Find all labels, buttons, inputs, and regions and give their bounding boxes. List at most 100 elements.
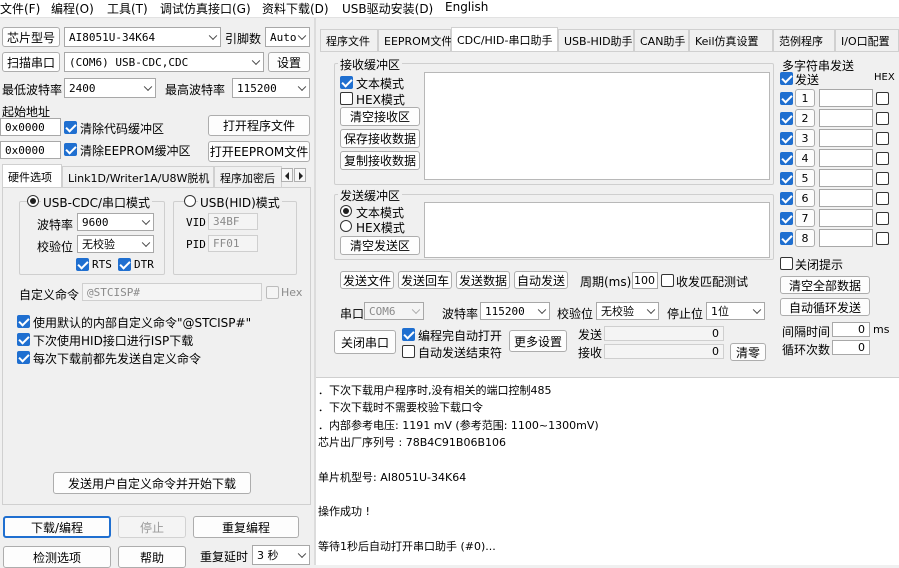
multi-row-send-button[interactable]: 1 [795, 89, 815, 107]
match-test-checkbox[interactable] [661, 274, 674, 287]
scan-port-button[interactable]: 扫描串口 [2, 52, 60, 72]
multi-row-send-checkbox[interactable] [780, 112, 793, 125]
eeprom-address-input[interactable]: 0x0000 [0, 141, 61, 159]
menu-file[interactable]: 文件(F) [0, 0, 40, 16]
multi-row-input[interactable] [819, 109, 873, 127]
tab-scroll-right-icon[interactable] [294, 168, 306, 182]
hex-checkbox[interactable] [266, 286, 279, 299]
clear-receive-button[interactable]: 清空接收区 [340, 107, 420, 126]
send-before-download-checkbox[interactable] [17, 351, 30, 364]
multi-row-send-checkbox[interactable] [780, 232, 793, 245]
clear-zero-button[interactable]: 清零 [730, 343, 766, 361]
serial-port-select[interactable]: COM6 [364, 302, 424, 320]
multi-row-input[interactable] [819, 89, 873, 107]
more-settings-button[interactable]: 更多设置 [509, 330, 567, 352]
cdc-baud-select[interactable]: 9600 [77, 213, 154, 231]
send-textarea[interactable] [424, 202, 770, 258]
multi-row-hex-checkbox[interactable] [876, 92, 889, 105]
menu-program[interactable]: 编程(O) [51, 0, 94, 16]
multi-row-send-button[interactable]: 7 [795, 209, 815, 227]
multi-row-send-checkbox[interactable] [780, 172, 793, 185]
clear-code-buffer-checkbox[interactable] [64, 121, 77, 134]
auto-send-button[interactable]: 自动发送 [514, 271, 568, 289]
multi-row-input[interactable] [819, 129, 873, 147]
open-eeprom-file-button[interactable]: 打开EEPROM文件 [208, 141, 310, 162]
chip-model-button[interactable]: 芯片型号 [2, 27, 60, 47]
cdc-parity-select[interactable]: 无校验 [77, 235, 154, 253]
multi-row-input[interactable] [819, 169, 873, 187]
vid-input[interactable]: 34BF [208, 213, 258, 230]
tab-usb-hid[interactable]: USB-HID助手 [558, 29, 634, 51]
multi-row-hex-checkbox[interactable] [876, 132, 889, 145]
tab-program-file[interactable]: 程序文件 [320, 29, 378, 51]
multi-row-send-checkbox[interactable] [780, 152, 793, 165]
multi-row-input[interactable] [819, 229, 873, 247]
send-hex-mode-radio[interactable] [340, 220, 352, 232]
use-hid-next-checkbox[interactable] [17, 333, 30, 346]
multi-row-input[interactable] [819, 209, 873, 227]
period-input[interactable]: 100 [632, 272, 658, 289]
tab-program-encrypt[interactable]: 程序加密后 [214, 166, 282, 188]
multi-row-hex-checkbox[interactable] [876, 212, 889, 225]
close-port-button[interactable]: 关闭串口 [334, 330, 396, 354]
usb-cdc-mode-radio[interactable] [27, 195, 39, 207]
download-program-button[interactable]: 下载/编程 [3, 516, 111, 538]
chip-model-select[interactable]: AI8051U-34K64 [64, 27, 221, 47]
clear-send-button[interactable]: 清空发送区 [340, 236, 420, 255]
pid-input[interactable]: FF01 [208, 235, 258, 252]
open-program-file-button[interactable]: 打开程序文件 [208, 115, 310, 136]
auto-loop-send-button[interactable]: 自动循环发送 [780, 298, 870, 316]
tab-io-config[interactable]: I/O口配置 [835, 29, 899, 51]
tab-can[interactable]: CAN助手 [634, 29, 689, 51]
serial-stop-select[interactable]: 1位 [706, 302, 765, 320]
reprogram-button[interactable]: 重复编程 [193, 516, 299, 538]
repeat-delay-select[interactable]: 3 秒 [252, 545, 310, 565]
multi-send-all-checkbox[interactable] [780, 72, 793, 85]
menu-download[interactable]: 资料下载(D) [262, 0, 329, 16]
interval-input[interactable]: 0 [832, 322, 870, 337]
multi-row-send-button[interactable]: 5 [795, 169, 815, 187]
multi-row-input[interactable] [819, 149, 873, 167]
menu-english[interactable]: English [445, 0, 488, 16]
multi-row-hex-checkbox[interactable] [876, 172, 889, 185]
multi-row-hex-checkbox[interactable] [876, 112, 889, 125]
multi-row-send-button[interactable]: 8 [795, 229, 815, 247]
multi-row-hex-checkbox[interactable] [876, 152, 889, 165]
dtr-checkbox[interactable] [118, 258, 131, 271]
multi-row-send-button[interactable]: 4 [795, 149, 815, 167]
save-receive-button[interactable]: 保存接收数据 [340, 129, 420, 148]
stop-button[interactable]: 停止 [118, 516, 186, 538]
clear-all-data-button[interactable]: 清空全部数据 [780, 276, 870, 294]
auto-send-end-checkbox[interactable] [402, 345, 415, 358]
tab-keil-sim[interactable]: Keil仿真设置 [689, 29, 773, 51]
send-text-mode-radio[interactable] [340, 205, 352, 217]
min-baud-select[interactable]: 2400 [64, 78, 156, 98]
tab-link1d-writer[interactable]: Link1D/Writer1A/U8W脱机 [62, 166, 214, 188]
multi-row-input[interactable] [819, 189, 873, 207]
multi-row-send-button[interactable]: 6 [795, 189, 815, 207]
multi-row-send-button[interactable]: 2 [795, 109, 815, 127]
usb-hid-mode-radio[interactable] [184, 195, 196, 207]
send-file-button[interactable]: 发送文件 [340, 271, 394, 289]
menu-tools[interactable]: 工具(T) [107, 0, 148, 16]
send-enter-button[interactable]: 发送回车 [398, 271, 452, 289]
multi-row-send-checkbox[interactable] [780, 192, 793, 205]
tab-examples[interactable]: 范例程序 [773, 29, 835, 51]
serial-parity-select[interactable]: 无校验 [596, 302, 659, 320]
menu-usb-driver[interactable]: USB驱动安装(D) [342, 0, 433, 16]
settings-button[interactable]: 设置 [268, 52, 310, 72]
multi-row-send-checkbox[interactable] [780, 92, 793, 105]
clear-eeprom-buffer-checkbox[interactable] [64, 143, 77, 156]
send-custom-command-button[interactable]: 发送用户自定义命令并开始下载 [53, 472, 251, 494]
code-address-input[interactable]: 0x0000 [0, 118, 61, 136]
multi-row-hex-checkbox[interactable] [876, 232, 889, 245]
receive-textarea[interactable] [424, 72, 770, 180]
tab-cdc-hid-serial[interactable]: CDC/HID-串口助手 [451, 27, 558, 51]
auto-open-checkbox[interactable] [402, 328, 415, 341]
rts-checkbox[interactable] [76, 258, 89, 271]
max-baud-select[interactable]: 115200 [232, 78, 310, 98]
multi-row-hex-checkbox[interactable] [876, 192, 889, 205]
use-default-command-checkbox[interactable] [17, 315, 30, 328]
custom-command-input[interactable]: @STCISP# [82, 283, 262, 301]
recv-hex-mode-checkbox[interactable] [340, 92, 353, 105]
